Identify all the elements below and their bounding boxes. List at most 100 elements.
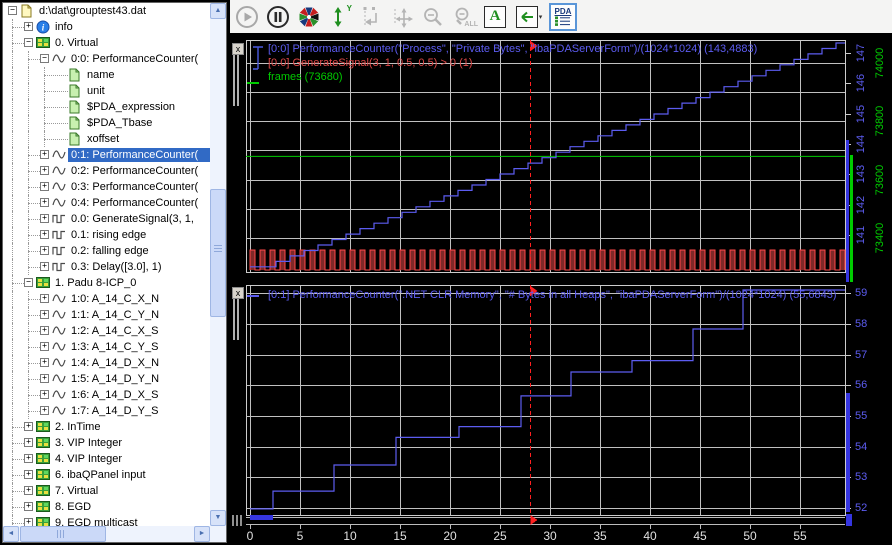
tree-item[interactable]: $PDA_Tbase	[3, 115, 210, 131]
tree-item-label[interactable]: 1:0: A_14_C_X_N	[68, 292, 210, 306]
tree-item-label[interactable]: name	[84, 68, 210, 82]
collapse-icon[interactable]: −	[8, 6, 17, 15]
cursor-strip-marker-icon[interactable]	[530, 515, 538, 525]
tree-horizontal-scrollbar[interactable]: ◄ ►	[3, 526, 210, 542]
collapse-icon[interactable]: −	[24, 278, 33, 287]
tree-item-label[interactable]: 0:1: PerformanceCounter(	[68, 148, 210, 162]
tree-item[interactable]: − 0:0: PerformanceCounter(	[3, 51, 210, 67]
tree-item[interactable]: +8. EGD	[3, 499, 210, 515]
tree-item-label[interactable]: 1:7: A_14_D_Y_S	[68, 404, 210, 418]
expand-icon[interactable]: +	[40, 198, 49, 207]
expand-icon[interactable]: +	[40, 342, 49, 351]
scroll-up-button[interactable]: ▲	[210, 3, 226, 19]
tree-item[interactable]: + i info	[3, 19, 210, 35]
annotations-button[interactable]: A	[481, 3, 509, 31]
tree-item[interactable]: +1:6: A_14_D_X_S	[3, 387, 210, 403]
tree-item[interactable]: +1:7: A_14_D_Y_S	[3, 403, 210, 419]
tree-item-label[interactable]: unit	[84, 84, 210, 98]
scroll-down-button[interactable]: ▼	[210, 510, 226, 526]
zoom-between-cursors-button[interactable]	[357, 3, 385, 31]
tree-item-label[interactable]: 0.0: GenerateSignal(3, 1,	[68, 212, 210, 226]
tree-item-label[interactable]: 0:2: PerformanceCounter(	[68, 164, 210, 178]
tree-item[interactable]: +0:4: PerformanceCounter(	[3, 195, 210, 211]
tree-item-label[interactable]: $PDA_Tbase	[84, 116, 210, 130]
pda-list-button[interactable]: PDA	[549, 2, 577, 31]
tree-item-label[interactable]: 2. InTime	[52, 420, 210, 434]
tree-item-label[interactable]: 1:2: A_14_C_X_S	[68, 324, 210, 338]
tree-item[interactable]: +1:3: A_14_C_Y_S	[3, 339, 210, 355]
tree-item-label[interactable]: 0.1: rising edge	[68, 228, 210, 242]
expand-icon[interactable]: +	[40, 246, 49, 255]
expand-icon[interactable]: +	[24, 454, 33, 463]
legend-row-generatesignal[interactable]: [0.0] GenerateSignal(3, 1, 0.5, 0.5) > 0…	[268, 56, 846, 70]
expand-icon[interactable]: +	[40, 166, 49, 175]
arrange-signals-button[interactable]	[295, 3, 323, 31]
tree-item[interactable]: +9. EGD multicast	[3, 515, 210, 526]
tree-item[interactable]: +0:2: PerformanceCounter(	[3, 163, 210, 179]
expand-icon[interactable]: +	[40, 406, 49, 415]
tree-item-label[interactable]: info	[52, 20, 210, 34]
tree-item-label[interactable]: 0:3: PerformanceCounter(	[68, 180, 210, 194]
expand-icon[interactable]: +	[40, 374, 49, 383]
expand-icon[interactable]: +	[24, 502, 33, 511]
tree-item[interactable]: +1:1: A_14_C_Y_N	[3, 307, 210, 323]
tree-item-label[interactable]: 0.2: falling edge	[68, 244, 210, 258]
legend-row-frames[interactable]: frames (73680)	[268, 70, 846, 84]
tree-item[interactable]: +0.3: Delay([3.0], 1)	[3, 259, 210, 275]
tree-item-label[interactable]: d:\dat\grouptest43.dat	[36, 4, 210, 18]
tree-item[interactable]: xoffset	[3, 131, 210, 147]
tree-item-label[interactable]: 6. ibaQPanel input	[52, 468, 210, 482]
tree-item-label[interactable]: 9. EGD multicast	[52, 516, 210, 526]
tree-item-label[interactable]: 1. Padu 8-ICP_0	[52, 276, 210, 290]
collapse-icon[interactable]: −	[40, 54, 49, 63]
expand-icon[interactable]: +	[40, 390, 49, 399]
tree-item[interactable]: unit	[3, 83, 210, 99]
zoom-out-button[interactable]	[419, 3, 447, 31]
legend-row-private-bytes[interactable]: [0:0] PerformanceCounter("Process", "Pri…	[268, 42, 846, 56]
expand-icon[interactable]: +	[24, 470, 33, 479]
tree-item[interactable]: +0.1: rising edge	[3, 227, 210, 243]
expand-icon[interactable]: +	[40, 230, 49, 239]
tree-item-label[interactable]: 0:4: PerformanceCounter(	[68, 196, 210, 210]
tree-item-label[interactable]: 3. VIP Integer	[52, 436, 210, 450]
x-scroll-thumb[interactable]	[250, 515, 273, 520]
tree-item-label[interactable]: 0.3: Delay([3.0], 1)	[68, 260, 210, 274]
expand-icon[interactable]: +	[40, 150, 49, 159]
tree-item[interactable]: +1:4: A_14_D_X_N	[3, 355, 210, 371]
tree-item[interactable]: +1:0: A_14_C_X_N	[3, 291, 210, 307]
tree-item[interactable]: +2. InTime	[3, 419, 210, 435]
pause-button[interactable]	[264, 3, 292, 31]
autoscale-y-button[interactable]: Y	[326, 3, 354, 31]
horizontal-scroll-thumb[interactable]	[20, 526, 106, 542]
tree-vertical-scrollbar[interactable]: ▲ ▼	[210, 3, 226, 526]
expand-icon[interactable]: +	[24, 438, 33, 447]
tree-item[interactable]: − 1. Padu 8-ICP_0	[3, 275, 210, 291]
tree-item-label[interactable]: 4. VIP Integer	[52, 452, 210, 466]
tree-item-label[interactable]: 0:0: PerformanceCounter(	[68, 52, 210, 66]
tree-item[interactable]: +3. VIP Integer	[3, 435, 210, 451]
bottom-chart-legend[interactable]: [0:1] PerformanceCounter(".NET CLR Memor…	[268, 288, 846, 302]
expand-icon[interactable]: +	[24, 486, 33, 495]
collapse-icon[interactable]: −	[24, 38, 33, 47]
pan-button[interactable]	[388, 3, 416, 31]
expand-icon[interactable]: +	[24, 22, 33, 31]
tree-item[interactable]: +1:5: A_14_D_Y_N	[3, 371, 210, 387]
tree-item-label[interactable]: 7. Virtual	[52, 484, 210, 498]
tree-item[interactable]: name	[3, 67, 210, 83]
tree-item-label[interactable]: $PDA_expression	[84, 100, 210, 114]
undo-zoom-dropdown-icon[interactable]: ▾	[539, 13, 543, 21]
tree-item-label[interactable]: 8. EGD	[52, 500, 210, 514]
expand-icon[interactable]: +	[40, 182, 49, 191]
tree-item[interactable]: +0.2: falling edge	[3, 243, 210, 259]
tree-item-label[interactable]: 1:6: A_14_D_X_S	[68, 388, 210, 402]
close-bottom-chart-button[interactable]: x	[232, 287, 244, 299]
tree-item[interactable]: +0:1: PerformanceCounter(	[3, 147, 210, 163]
tree-item[interactable]: +7. Virtual	[3, 483, 210, 499]
expand-icon[interactable]: +	[40, 326, 49, 335]
expand-icon[interactable]: +	[24, 518, 33, 526]
tree-item-label[interactable]: xoffset	[84, 132, 210, 146]
tree-item-label[interactable]: 1:4: A_14_D_X_N	[68, 356, 210, 370]
close-top-chart-button[interactable]: x	[232, 43, 244, 55]
tree-item-label[interactable]: 1:3: A_14_C_Y_S	[68, 340, 210, 354]
tree-item[interactable]: +4. VIP Integer	[3, 451, 210, 467]
